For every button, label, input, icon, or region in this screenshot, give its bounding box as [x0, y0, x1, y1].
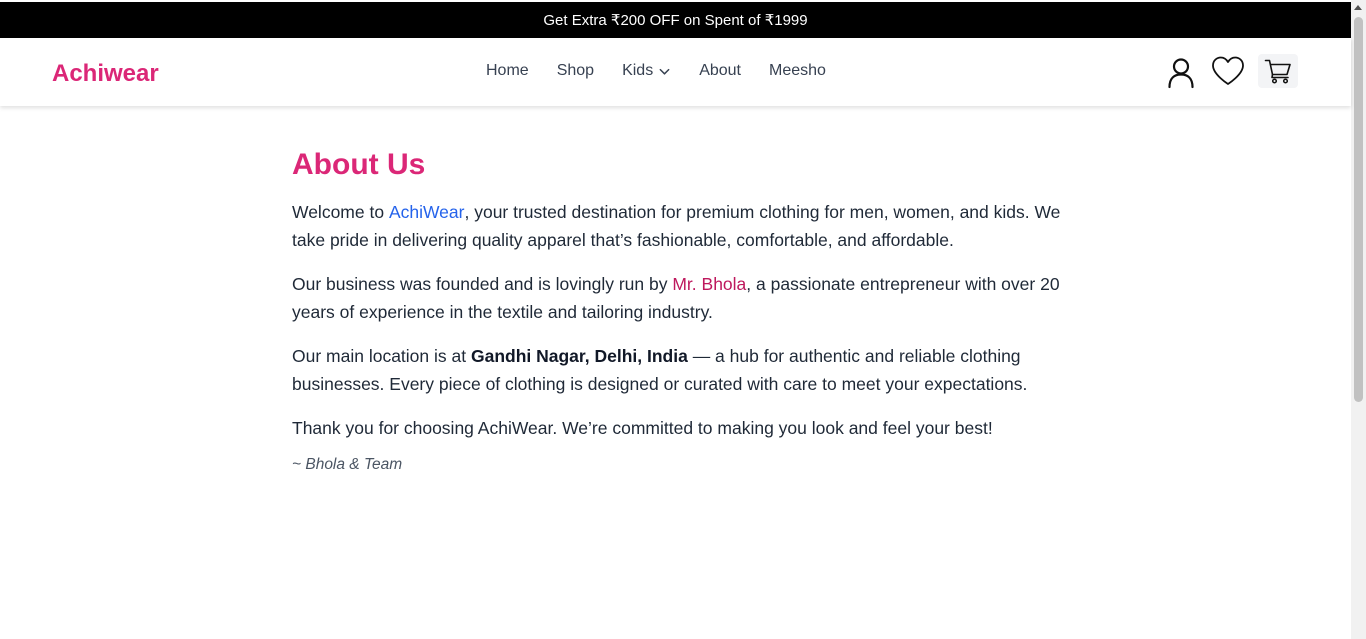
about-paragraph-1: Welcome to AchiWear, your trusted destin…	[292, 198, 1072, 254]
page-title: About Us	[292, 148, 426, 181]
nav-meesho-label: Meesho	[769, 62, 826, 79]
chevron-down-icon	[659, 68, 670, 75]
p2-text-start: Our business was founded and is lovingly…	[292, 274, 673, 294]
nav-meesho[interactable]: Meesho	[769, 62, 826, 80]
owner-name: Mr. Bhola	[672, 274, 747, 294]
nav-about-label: About	[699, 62, 741, 79]
nav-kids-dropdown[interactable]: Kids	[622, 62, 671, 80]
scroll-up-arrow-icon[interactable]	[1354, 5, 1362, 10]
about-paragraph-4: Thank you for choosing AchiWear. We’re c…	[292, 418, 993, 438]
heart-icon	[1212, 56, 1244, 85]
user-icon	[1168, 58, 1194, 89]
header-icons	[1166, 53, 1298, 89]
page: Get Extra ₹200 OFF on Spent of ₹1999 Ach…	[0, 0, 1366, 639]
promo-text: Get Extra ₹200 OFF on Spent of ₹1999	[543, 12, 808, 29]
nav-home[interactable]: Home	[486, 62, 529, 80]
scrollbar-thumb[interactable]	[1354, 17, 1363, 402]
nav-home-label: Home	[486, 62, 529, 79]
nav-kids-label: Kids	[622, 62, 654, 79]
about-section: About Us Welcome to AchiWear, your trust…	[292, 146, 1072, 474]
main-nav: Home Shop Kids About Meesho	[486, 62, 826, 80]
p1-text-start: Welcome to	[292, 202, 389, 222]
nav-shop[interactable]: Shop	[557, 62, 594, 80]
brand-link[interactable]: AchiWear	[389, 202, 465, 222]
wishlist-button[interactable]	[1196, 55, 1246, 87]
about-paragraph-2: Our business was founded and is lovingly…	[292, 270, 1072, 326]
nav-about[interactable]: About	[699, 62, 741, 80]
account-button[interactable]	[1166, 53, 1196, 89]
cart-icon	[1264, 59, 1291, 84]
about-paragraph-3: Our main location is at Gandhi Nagar, De…	[292, 342, 1072, 398]
site-logo[interactable]: Achiwear	[52, 60, 159, 88]
promo-banner: Get Extra ₹200 OFF on Spent of ₹1999	[0, 2, 1351, 38]
site-header: Achiwear Home Shop Kids About Meesho	[0, 38, 1351, 106]
nav-shop-label: Shop	[556, 62, 595, 79]
p3-text-start: Our main location is at	[292, 346, 471, 366]
signature: ~ Bhola & Team	[292, 456, 403, 473]
store-location: Gandhi Nagar, Delhi, India	[470, 346, 688, 366]
cart-button[interactable]	[1258, 54, 1298, 88]
vertical-scrollbar[interactable]	[1351, 0, 1366, 639]
